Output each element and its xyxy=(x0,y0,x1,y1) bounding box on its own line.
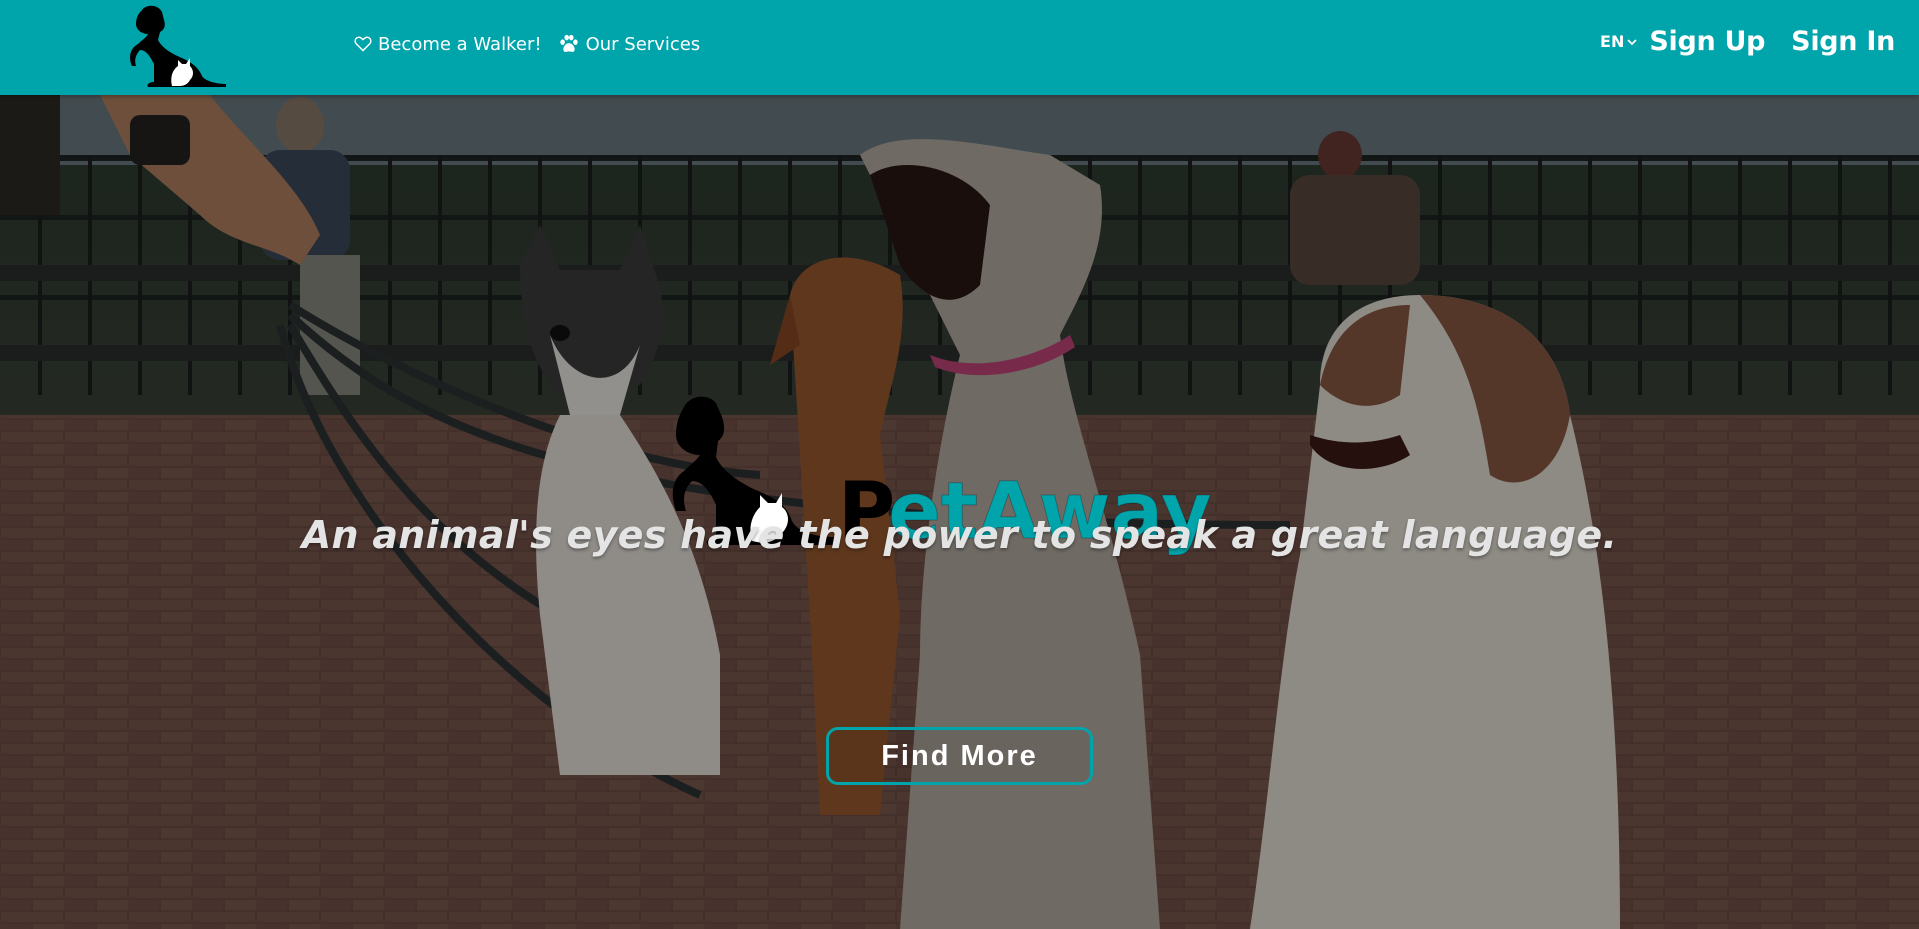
sign-up-link[interactable]: Sign Up xyxy=(1649,26,1765,57)
heart-outline-icon xyxy=(354,36,372,52)
logo-icon[interactable] xyxy=(128,4,228,90)
auth-nav: EN Sign Up Sign In xyxy=(1600,26,1895,57)
nav-our-services-label: Our Services xyxy=(585,33,701,55)
language-selector[interactable]: EN xyxy=(1600,32,1637,51)
find-more-button[interactable]: Find More xyxy=(826,727,1093,785)
top-navbar: Become a Walker! Our Services EN Sign Up… xyxy=(0,0,1919,95)
chevron-down-icon xyxy=(1627,38,1637,45)
main-nav: Become a Walker! Our Services xyxy=(354,33,700,55)
nav-our-services[interactable]: Our Services xyxy=(558,33,701,55)
hero-tagline: An animal's eyes have the power to speak… xyxy=(301,513,1618,557)
hero-section: P etAway An animal's eyes have the power… xyxy=(0,95,1919,929)
language-label: EN xyxy=(1600,32,1625,51)
paw-icon xyxy=(559,34,578,52)
nav-become-walker[interactable]: Become a Walker! xyxy=(354,34,542,55)
sign-in-link[interactable]: Sign In xyxy=(1791,26,1895,57)
nav-become-walker-label: Become a Walker! xyxy=(378,33,542,55)
